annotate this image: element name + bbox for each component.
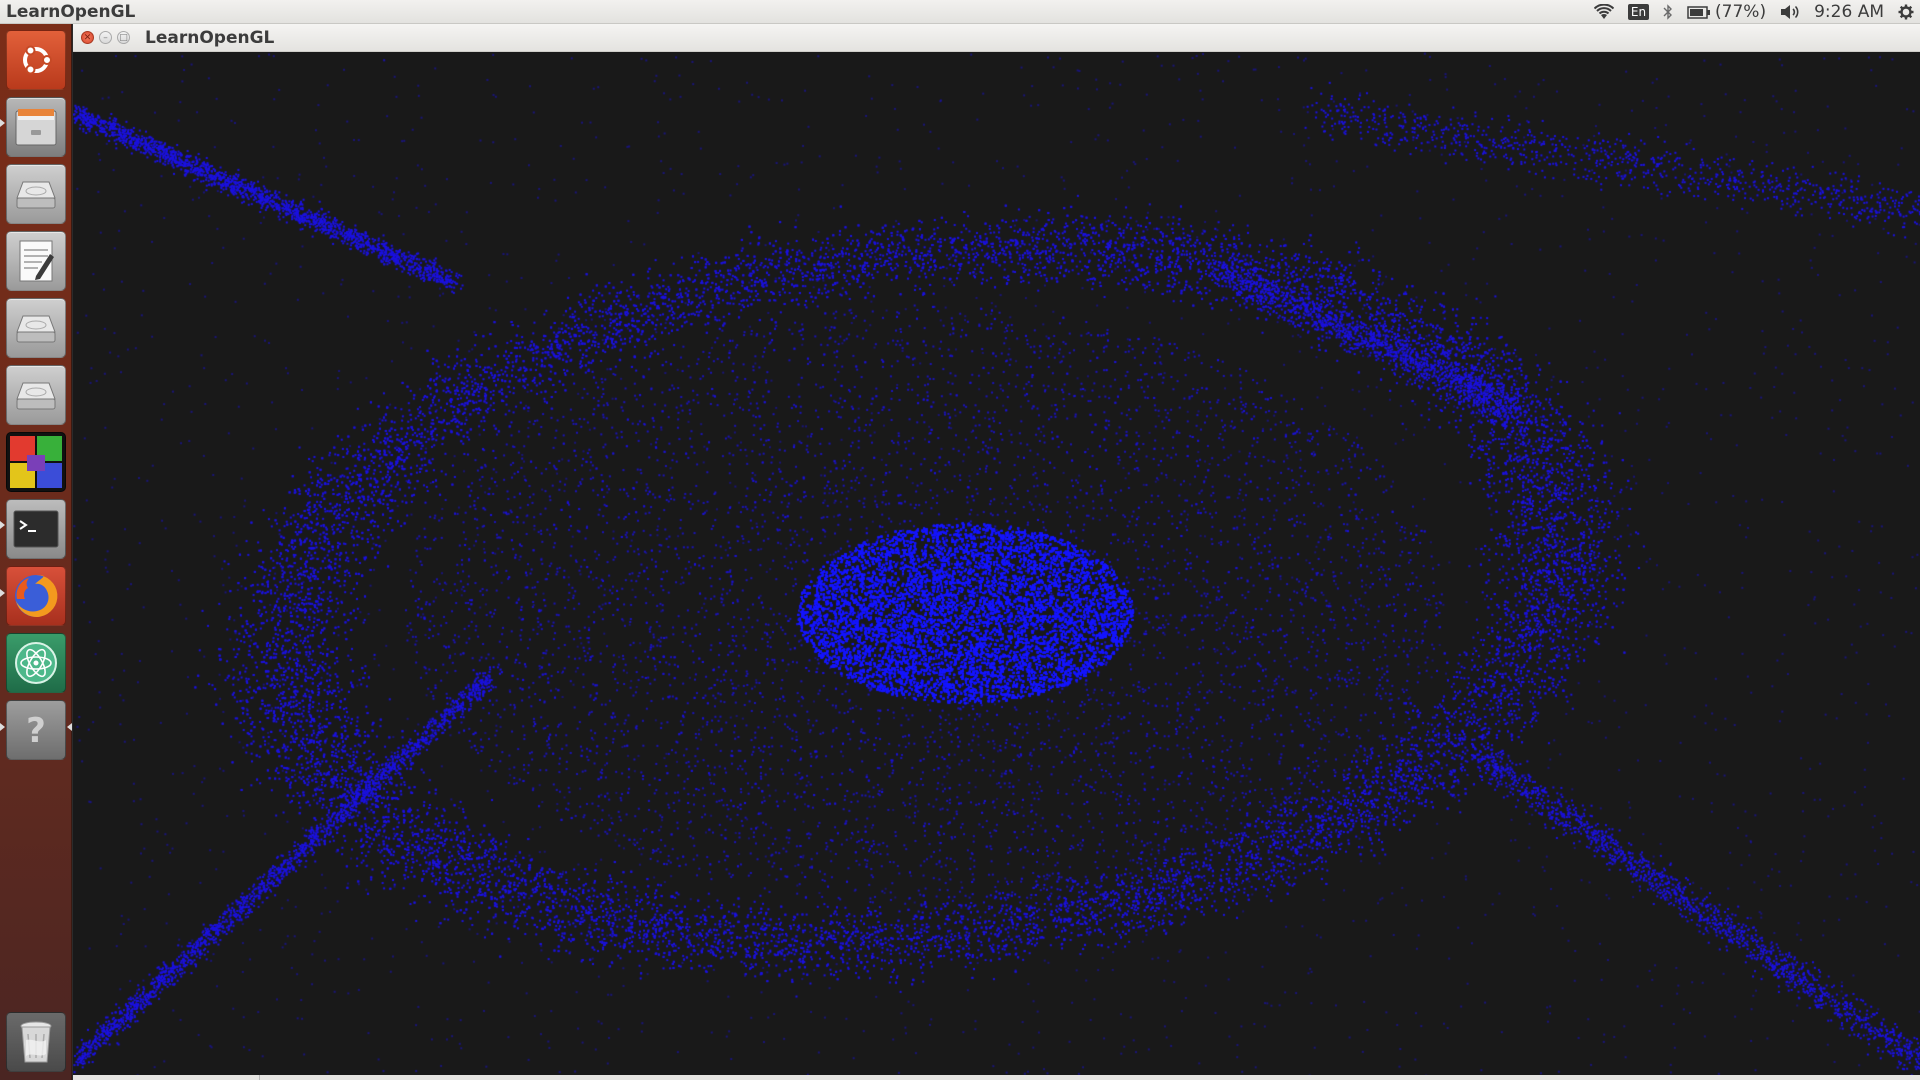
battery-icon — [1687, 5, 1711, 19]
keyboard-layout-indicator[interactable]: En — [1627, 1, 1650, 23]
window-minimize-button[interactable]: – — [99, 31, 112, 44]
launcher-item-color-app[interactable] — [6, 432, 66, 492]
terminal-icon — [13, 510, 59, 548]
drive-icon — [16, 382, 56, 410]
launcher-item-drive-2[interactable] — [6, 298, 66, 358]
clock-indicator[interactable]: 9:26 AM — [1814, 1, 1884, 23]
color-app-icon — [10, 436, 62, 488]
launcher-item-drive-1[interactable] — [6, 164, 66, 224]
window-bottom-strip — [73, 1075, 1920, 1080]
window-maximize-button[interactable]: □ — [117, 31, 130, 44]
launcher-item-files[interactable] — [6, 97, 66, 157]
opengl-particle-viewport[interactable] — [73, 52, 1920, 1075]
drive-icon — [16, 315, 56, 343]
close-icon: ✕ — [83, 33, 92, 43]
minimize-icon: – — [103, 33, 108, 43]
launcher-item-help[interactable]: ? — [6, 700, 66, 760]
firefox-icon — [15, 574, 58, 617]
launcher-item-trash[interactable] — [6, 1012, 66, 1072]
window-bottom-cell — [73, 1075, 260, 1080]
running-pip — [0, 589, 5, 597]
running-pip — [0, 521, 5, 529]
atom-icon — [15, 642, 57, 684]
learnopengl-window: ✕ – □ LearnOpenGL — [73, 24, 1920, 1080]
launcher-item-terminal[interactable] — [6, 499, 66, 559]
active-app-title: LearnOpenGL — [6, 2, 136, 22]
window-titlebar[interactable]: ✕ – □ LearnOpenGL — [73, 24, 1920, 52]
indicator-area: En (77%) 9:26 AM — [1593, 1, 1914, 23]
session-indicator[interactable] — [1898, 1, 1914, 23]
text-editor-icon — [19, 240, 54, 282]
bluetooth-icon — [1663, 4, 1673, 20]
launcher-item-atom[interactable] — [6, 633, 66, 693]
svg-text:?: ? — [26, 711, 46, 750]
bluetooth-indicator[interactable] — [1663, 1, 1673, 23]
running-pip — [0, 119, 5, 127]
battery-percentage: (77%) — [1715, 2, 1767, 22]
gear-icon — [1898, 4, 1914, 20]
clock-text: 9:26 AM — [1814, 2, 1884, 22]
window-close-button[interactable]: ✕ — [81, 31, 94, 44]
running-pip — [0, 723, 5, 731]
keyboard-layout-label: En — [1627, 4, 1650, 20]
file-manager-icon — [15, 109, 57, 146]
ubuntu-dash-icon — [23, 45, 52, 75]
sound-indicator[interactable] — [1780, 1, 1800, 23]
launcher-item-drive-3[interactable] — [6, 365, 66, 425]
drive-icon — [16, 181, 56, 209]
launcher-item-dash[interactable] — [6, 30, 66, 90]
wifi-icon — [1593, 4, 1614, 19]
top-panel: LearnOpenGL En (77%) 9:26 AM — [0, 0, 1920, 24]
launcher-item-text-editor[interactable] — [6, 231, 66, 291]
launcher-item-firefox[interactable] — [6, 566, 66, 626]
wifi-indicator[interactable] — [1593, 1, 1614, 23]
help-icon: ? — [26, 711, 46, 750]
speaker-icon — [1781, 5, 1799, 19]
battery-indicator[interactable]: (77%) — [1687, 1, 1766, 23]
focused-pip — [67, 723, 72, 731]
window-title: LearnOpenGL — [145, 28, 275, 48]
maximize-icon: □ — [119, 33, 128, 43]
launcher: ? — [0, 24, 72, 1080]
trash-icon — [20, 1021, 52, 1063]
